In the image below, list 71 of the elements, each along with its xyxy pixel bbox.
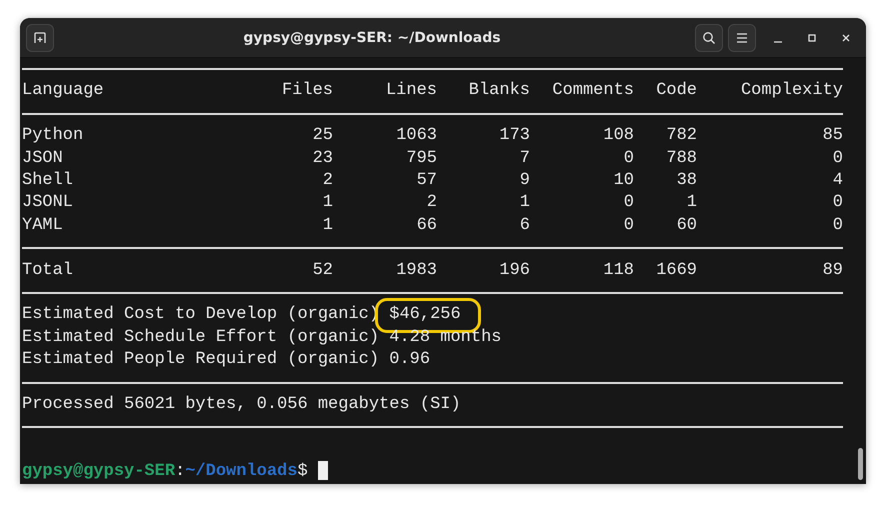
column-header: Files [280,80,333,102]
table-cell-text: 1669 [655,260,697,282]
search-icon [702,30,716,44]
table-cell-text: 1983 [395,260,437,282]
table-cell-text: 4 [832,170,843,192]
table-cell-text: 1 [518,192,530,214]
table-cell-text: 0 [622,192,634,214]
table-cell-text: 0 [622,214,634,237]
estimate-label: Estimated Schedule Effort (organic) [22,328,380,347]
column-header: Complexity [740,80,843,102]
table-cell-text: Shell [22,170,74,192]
table-cell-text: 38 [676,170,697,192]
column-header: Comments [551,80,634,102]
table-cell-text: 788 [665,148,697,170]
table-cell-text: Python [22,125,84,148]
table-cell-text: 89 [822,260,843,282]
close-icon [841,32,851,42]
estimate-value: 0.96 [389,350,430,370]
menu-button[interactable] [728,24,756,52]
estimate-value: $46,256 [389,305,461,324]
table-cell-text: 1 [686,192,697,214]
new-tab-button[interactable] [26,24,54,52]
output-line: Processed 56021 bytes, 0.056 megabytes (SI) [22,394,461,414]
cursor [318,461,328,480]
table-cell-text: 10 [612,170,634,192]
table-cell-text: 6 [518,214,530,237]
table-cell-text: 173 [498,125,530,148]
prompt-path: ~/Downloads [185,462,298,482]
table-cell-text: 0 [832,148,843,170]
table-cell-text: 60 [676,214,697,237]
table-cell-text: 9 [518,170,530,192]
table-cell-text: 0 [622,148,634,170]
table-cell-text: 196 [498,260,530,282]
table-cell-text: 66 [416,214,437,237]
new-tab-icon [33,30,47,44]
search-button[interactable] [695,24,723,52]
minimize-icon [774,40,782,42]
table-cell-text: 1 [322,192,333,214]
window-title: gypsy@gypsy-SER: ~/Downloads [242,30,502,46]
table-cell-text: 7 [518,148,530,170]
table-cell-text: JSONL [22,192,74,214]
column-header: Lines [384,80,437,102]
column-header: Blanks [468,80,530,102]
table-cell-text: Total [22,260,74,282]
table-cell-text: 2 [322,170,333,192]
table-cell-text: 108 [602,125,634,148]
prompt-user: gypsy@gypsy-SER [22,462,176,482]
table-cell-text: 795 [405,148,437,170]
table-cell-text: 85 [822,125,843,148]
prompt-separator: : [175,462,186,482]
table-cell-text: 0 [832,214,843,237]
table-cell-text: 782 [665,125,697,148]
table-cell-text: 118 [602,260,634,282]
table-cell-text: 25 [312,125,333,148]
column-header: Language [22,80,105,102]
table-cell-text: 52 [312,260,333,282]
table-cell-text: 23 [312,148,333,170]
table-cell-text: 57 [416,170,437,192]
table-cell-text: 1063 [395,125,437,148]
table-cell-text: 0 [832,192,843,214]
estimate-label: Estimated People Required (organic) [22,350,380,370]
table-cell-text: YAML [22,214,64,237]
column-header: Code [655,80,697,102]
scrollbar-thumb[interactable] [858,448,863,480]
prompt-symbol: $ [297,462,308,482]
menu-icon [736,32,748,42]
table-cell-text: 1 [322,214,333,237]
estimate-value: 4.28 months [389,328,502,347]
maximize-icon [807,32,817,42]
table-cell-text: JSON [22,148,64,170]
table-cell-text: 2 [426,192,437,214]
